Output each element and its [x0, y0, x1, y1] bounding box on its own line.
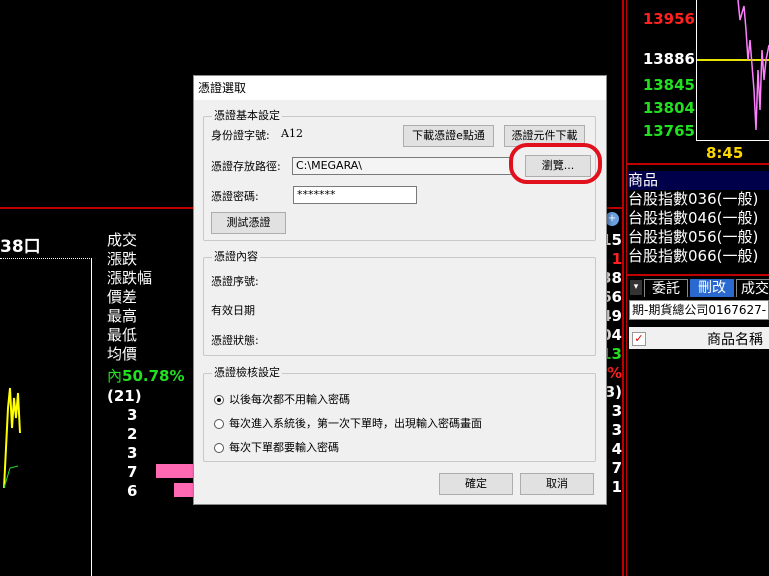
price-level: 13765 [642, 122, 695, 140]
highlight-ring [509, 143, 602, 184]
verify-settings-legend: 憑證檢核設定 [212, 366, 282, 380]
chart-grid-line [0, 258, 92, 259]
lots-label: 38口 [0, 237, 41, 257]
id-value: A12 [281, 127, 303, 140]
depth-quantity: 2 [127, 425, 138, 443]
product-item[interactable]: 台股指數046(一般) [628, 209, 758, 228]
chart-frame [696, 0, 697, 140]
status-label: 憑證狀態: [211, 334, 259, 347]
divider-line [626, 0, 627, 576]
option-label-first-order[interactable]: 每次進入系統後，第一次下單時，出現輸入密碼畫面 [229, 417, 482, 431]
certificate-content-group: 憑證內容 憑證序號: 有效日期 憑證狀態: [203, 250, 596, 356]
cancel-button[interactable]: 取消 [520, 473, 594, 495]
radio-option-first-order[interactable] [214, 419, 224, 429]
chart-axis [91, 258, 92, 576]
checkbox-icon[interactable]: ✓ [632, 332, 646, 346]
radio-option-no-password[interactable] [214, 395, 224, 405]
price-level: 13845 [642, 76, 695, 94]
certificate-dialog: 憑證選取 憑證基本設定 身份證字號: A12 下載憑證e點通 憑證元件下載 憑證… [193, 75, 607, 505]
depth-quantity: 3 [127, 406, 138, 424]
radio-option-every-order[interactable] [214, 443, 224, 453]
divider-line [626, 274, 769, 276]
tab-filled[interactable]: 成交 [736, 279, 769, 297]
order-count: (21) [107, 387, 142, 405]
inner-label: 內 [107, 367, 123, 385]
price-trace [737, 0, 769, 131]
inner-percent: 50.78% [122, 367, 185, 385]
order-table-header: ✓ 商品名稱 [629, 327, 769, 349]
product-item[interactable]: 台股指數066(一般) [628, 247, 758, 266]
products-header: 商品 [628, 171, 769, 190]
quote-label: 成交 [107, 231, 138, 249]
price-level: 13804 [642, 99, 695, 117]
column-header-product-name: 商品名稱 [707, 332, 763, 348]
download-emoney-button[interactable]: 下載憑證e點通 [403, 125, 494, 147]
order-tabs: ▾ 委託 刪改 成交 [628, 279, 769, 297]
quote-label: 均價 [107, 345, 138, 363]
dialog-title: 憑證選取 [194, 76, 606, 100]
certificate-content-legend: 憑證內容 [212, 250, 260, 264]
depth-quantity: 3 [127, 444, 138, 462]
tab-scroll-arrow[interactable]: ▾ [630, 280, 642, 295]
password-label: 憑證密碼: [211, 190, 259, 203]
inner-volume-label: 內50.78% [107, 367, 185, 386]
basic-settings-legend: 憑證基本設定 [212, 109, 282, 123]
quote-label: 漲跌幅 [107, 269, 153, 287]
option-label-no-password[interactable]: 以後每次都不用輸入密碼 [229, 393, 350, 407]
quote-label: 最高 [107, 307, 138, 325]
expiry-label: 有效日期 [211, 304, 255, 317]
tab-order[interactable]: 委託 [644, 279, 688, 297]
option-label-every-order[interactable]: 每次下單都要輸入密碼 [229, 441, 339, 455]
quote-label: 價差 [107, 288, 138, 306]
serial-label: 憑證序號: [211, 275, 259, 288]
left-price-trace [3, 387, 21, 489]
chart-frame [696, 140, 769, 141]
password-field[interactable]: ******* [293, 186, 417, 204]
account-select[interactable]: 期-期貨總公司0167627- [629, 300, 769, 320]
time-label: 8:45 [706, 144, 744, 162]
zoom-icon[interactable]: + [605, 212, 619, 226]
path-field[interactable]: C:\MEGARA\ [292, 157, 512, 175]
product-item[interactable]: 台股指數056(一般) [628, 228, 758, 247]
price-level: 13886 [642, 50, 695, 68]
depth-quantity: 7 [127, 463, 138, 481]
divider-line [626, 163, 769, 165]
price-level: 13956 [642, 10, 695, 28]
divider-line [622, 0, 624, 576]
ok-button[interactable]: 確定 [439, 473, 513, 495]
test-certificate-button[interactable]: 測試憑證 [211, 212, 286, 234]
verify-settings-group: 憑證檢核設定 以後每次都不用輸入密碼 每次進入系統後，第一次下單時，出現輸入密碼… [203, 366, 596, 462]
quote-label: 漲跌 [107, 250, 138, 268]
depth-quantity: 6 [127, 482, 138, 500]
left-chart [0, 258, 92, 576]
id-label: 身份證字號: [211, 129, 270, 142]
path-label: 憑證存放路徑: [211, 160, 281, 173]
depth-bar [156, 464, 196, 478]
quote-label: 最低 [107, 326, 138, 344]
product-item[interactable]: 台股指數036(一般) [628, 190, 758, 209]
tab-modify[interactable]: 刪改 [690, 279, 734, 297]
